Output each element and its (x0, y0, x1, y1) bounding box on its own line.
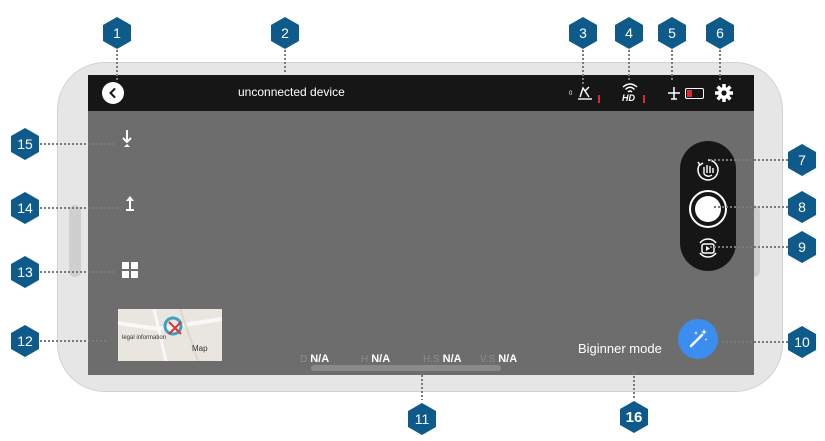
callout-leaders (40, 50, 788, 400)
callout-9: 9 (787, 230, 817, 264)
callout-7: 7 (787, 143, 817, 177)
callout-16: 16 (619, 400, 649, 434)
callout-15: 15 (10, 127, 40, 161)
callout-4: 4 (614, 16, 644, 50)
callout-1: 1 (102, 16, 132, 50)
callout-10: 10 (787, 325, 817, 359)
callout-11: 11 (407, 402, 437, 436)
callout-2: 2 (270, 16, 300, 50)
callout-13: 13 (10, 255, 40, 289)
callout-14: 14 (10, 191, 40, 225)
callout-5: 5 (657, 16, 687, 50)
callout-8: 8 (787, 190, 817, 224)
callout-3: 3 (568, 16, 598, 50)
callout-6: 6 (705, 16, 735, 50)
callout-12: 12 (10, 324, 40, 358)
